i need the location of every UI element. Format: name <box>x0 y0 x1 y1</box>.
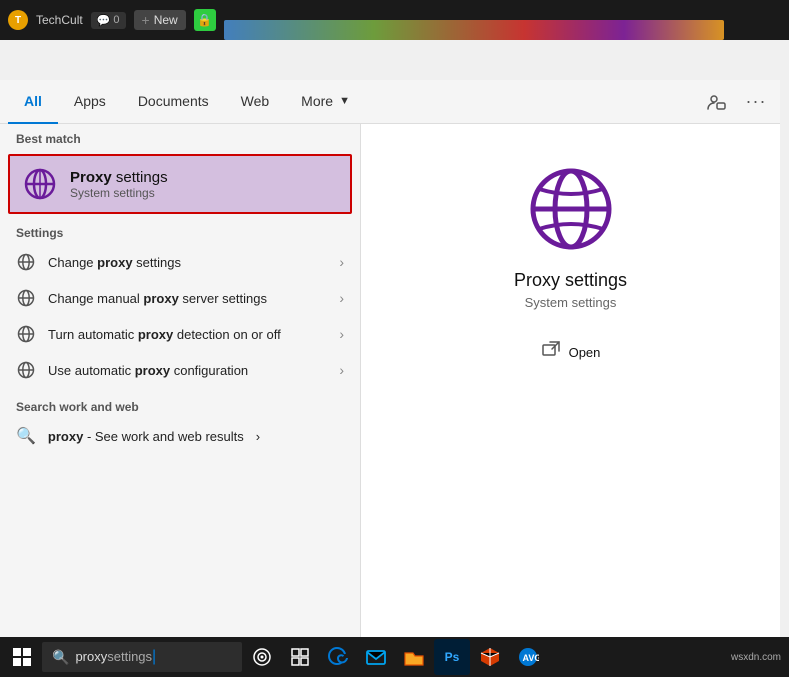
new-label: New <box>154 13 178 27</box>
browser-logo: T <box>8 10 28 30</box>
file-explorer-button[interactable] <box>396 639 432 675</box>
tab-documents[interactable]: Documents <box>122 80 225 124</box>
right-panel: Proxy settings System settings Open <box>360 124 780 637</box>
search-work-chevron: › <box>256 429 260 444</box>
more-options-icon[interactable]: ··· <box>740 86 772 118</box>
more-chevron-icon: ▼ <box>339 95 350 107</box>
chevron-icon-0: › <box>339 254 344 270</box>
settings-item-text-2: Turn automatic proxy detection on or off <box>48 327 327 342</box>
lock-icon: 🔒 <box>197 13 212 27</box>
search-work-icon: 🔍 <box>16 426 36 446</box>
taskbar: 🔍 proxysettings| <box>0 637 789 677</box>
globe-icon-0 <box>16 252 36 272</box>
settings-label: Settings <box>0 218 360 244</box>
chevron-icon-3: › <box>339 362 344 378</box>
lock-button[interactable]: 🔒 <box>194 9 216 31</box>
settings-item-text-1: Change manual proxy server settings <box>48 291 327 306</box>
proxy-icon-small <box>22 166 58 202</box>
best-match-subtitle: System settings <box>70 186 338 200</box>
filter-tabs: All Apps Documents Web More ▼ <box>0 80 780 124</box>
task-view-button[interactable] <box>282 639 318 675</box>
tab-more[interactable]: More ▼ <box>285 80 366 124</box>
tab-apps[interactable]: Apps <box>58 80 122 124</box>
search-work-item[interactable]: 🔍 proxy - See work and web results › <box>0 418 360 454</box>
cortana-button[interactable] <box>244 639 280 675</box>
tab-web[interactable]: Web <box>225 80 286 124</box>
best-match-item[interactable]: Proxy settings System settings <box>8 154 352 214</box>
tab-all[interactable]: All <box>8 80 58 124</box>
comment-button[interactable]: 💬 0 <box>91 12 126 29</box>
right-panel-subtitle: System settings <box>525 295 617 310</box>
search-work-section: Search work and web 🔍 proxy - See work a… <box>0 392 360 454</box>
left-panel: Best match Proxy settings <box>0 124 360 637</box>
proxy-icon-large <box>526 164 616 254</box>
globe-icon-2 <box>16 324 36 344</box>
comment-count: 0 <box>113 14 119 26</box>
plus-icon: + <box>142 12 150 28</box>
settings-item-3[interactable]: Use automatic proxy configuration › <box>0 352 360 388</box>
globe-icon-3 <box>16 360 36 380</box>
taskbar-search-icon: 🔍 <box>52 649 69 666</box>
chevron-icon-1: › <box>339 290 344 306</box>
windows-start-button[interactable] <box>4 639 40 675</box>
taskbar-search-text: proxysettings| <box>75 648 156 666</box>
settings-item-1[interactable]: Change manual proxy server settings › <box>0 280 360 316</box>
settings-item-2[interactable]: Turn automatic proxy detection on or off… <box>0 316 360 352</box>
open-button[interactable]: Open <box>525 334 617 371</box>
antivirus-button[interactable]: AVG <box>510 639 546 675</box>
search-results-area: Best match Proxy settings <box>0 124 780 637</box>
right-panel-title: Proxy settings <box>514 270 627 291</box>
globe-icon-1 <box>16 288 36 308</box>
best-match-label: Best match <box>0 124 360 150</box>
best-match-title: Proxy settings <box>70 169 338 186</box>
search-panel: All Apps Documents Web More ▼ <box>0 80 780 637</box>
open-icon <box>541 340 561 365</box>
new-button[interactable]: + New <box>134 10 186 30</box>
site-name: TechCult <box>36 13 83 27</box>
settings-item-text-0: Change proxy settings <box>48 255 327 270</box>
search-work-text: proxy - See work and web results <box>48 429 244 444</box>
best-match-text: Proxy settings System settings <box>70 169 338 200</box>
settings-item-text-3: Use automatic proxy configuration <box>48 363 327 378</box>
edge-browser-button[interactable] <box>320 639 356 675</box>
content-wrapper: All Apps Documents Web More ▼ <box>0 40 789 677</box>
browser-bar: T TechCult 💬 0 + New 🔒 <box>0 0 789 40</box>
mail-button[interactable] <box>358 639 394 675</box>
settings-item-0[interactable]: Change proxy settings › <box>0 244 360 280</box>
svg-text:AVG: AVG <box>523 653 540 663</box>
photoshop-button[interactable]: Ps <box>434 639 470 675</box>
chevron-icon-2: › <box>339 326 344 342</box>
comment-icon: 💬 <box>97 14 111 27</box>
watermark: wsxdn.com <box>731 652 785 663</box>
tab-icon-area: ··· <box>700 86 772 118</box>
feedback-icon[interactable] <box>700 86 732 118</box>
search-work-label: Search work and web <box>0 392 360 418</box>
taskbar-search-bar[interactable]: 🔍 proxysettings| <box>42 642 242 672</box>
open-label: Open <box>569 345 601 360</box>
browser-tabs <box>224 0 781 40</box>
office-button[interactable] <box>472 639 508 675</box>
